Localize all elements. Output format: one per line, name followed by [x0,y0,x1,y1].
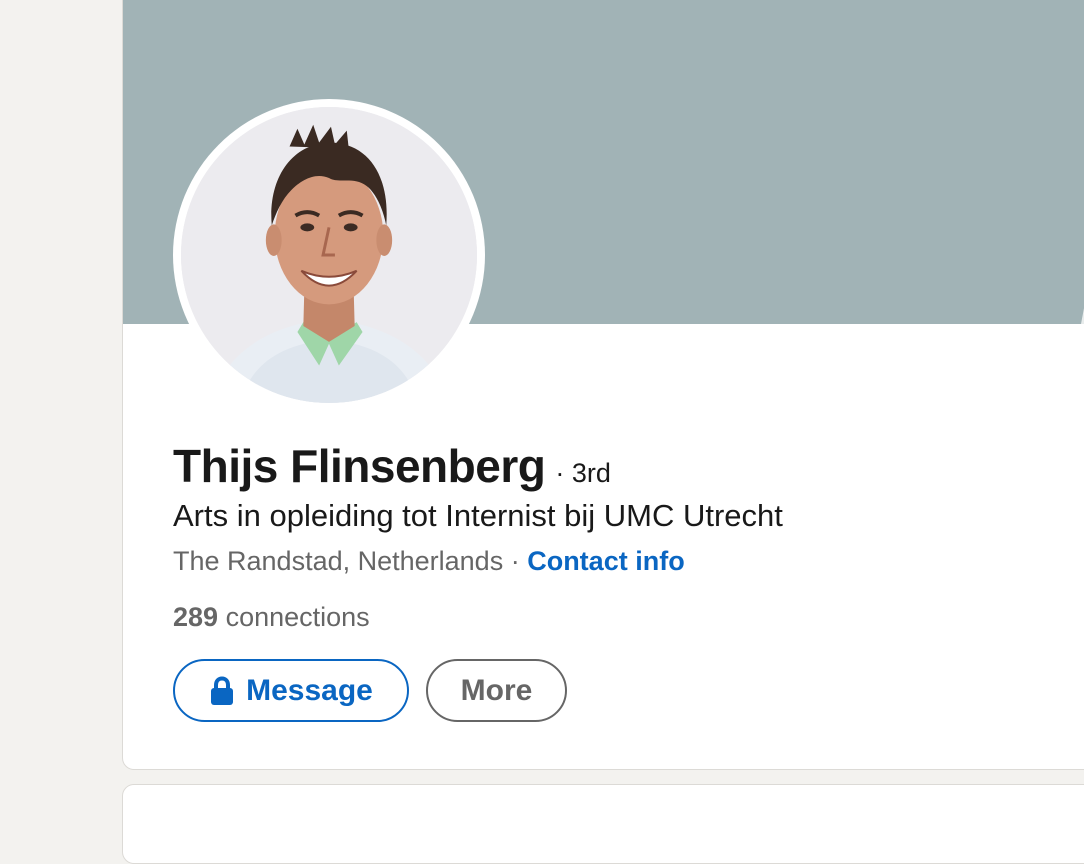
connections-count[interactable]: 289 connections [173,602,370,633]
profile-card: Thijs Flinsenberg · 3rd Arts in opleidin… [122,0,1084,770]
message-button-label: Message [246,673,373,707]
contact-info-link[interactable]: Contact info [527,546,684,576]
profile-name: Thijs Flinsenberg [173,440,546,492]
connections-number: 289 [173,602,219,632]
profile-headline: Arts in opleiding tot Internist bij UMC … [173,498,783,533]
profile-actions: Message More [173,659,567,722]
location-separator: · [503,546,528,576]
profile-photo[interactable] [173,99,485,411]
more-button[interactable]: More [426,659,567,722]
connection-degree: · 3rd [555,458,611,488]
person-portrait-icon [181,107,477,403]
profile-location: The Randstad, Netherlands [173,546,504,576]
location-row: The Randstad, Netherlands · Contact info [173,546,685,577]
connections-label: connections [225,602,370,632]
profile-photo-image [181,107,477,403]
profile-name-row: Thijs Flinsenberg · 3rd [173,439,611,493]
more-button-label: More [460,673,533,707]
next-section-card [122,784,1084,864]
message-button[interactable]: Message [173,659,409,722]
lock-icon [211,675,234,705]
